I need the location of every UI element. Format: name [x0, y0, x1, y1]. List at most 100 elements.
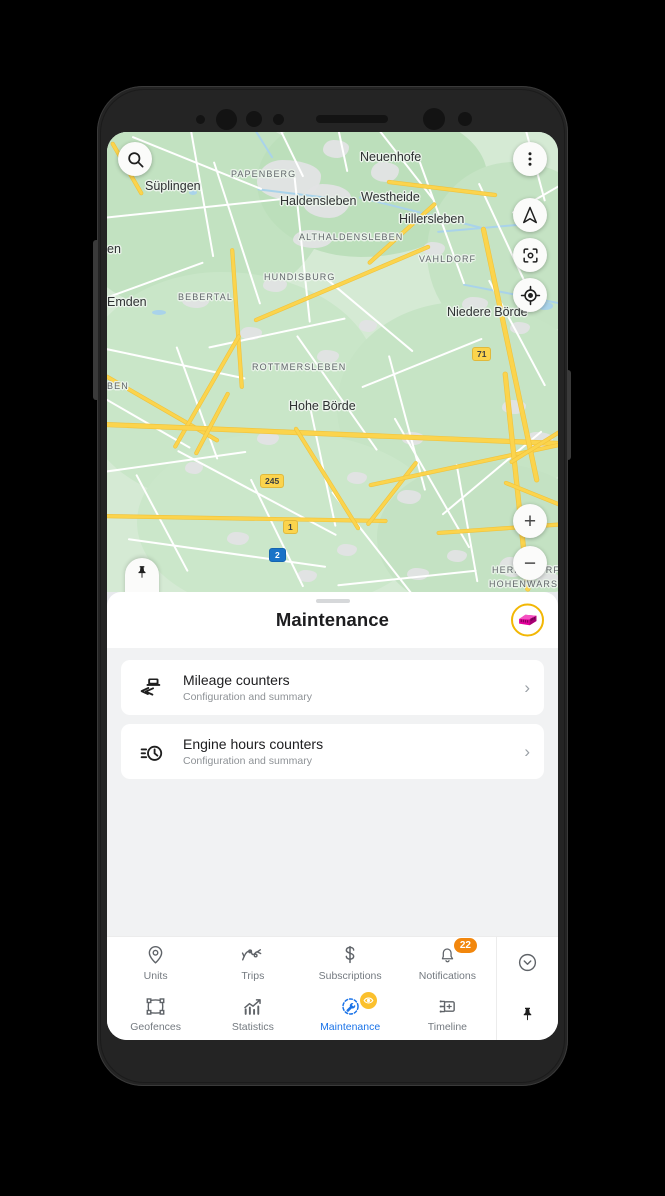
- map-place-label: Hohe Börde: [289, 399, 356, 413]
- dollar-sign-icon: [340, 944, 360, 966]
- bell-icon: 22: [438, 937, 477, 966]
- search-icon: [127, 151, 143, 167]
- map-zoom-in-button[interactable]: +: [513, 504, 547, 538]
- nav-item-timeline[interactable]: Timeline: [399, 989, 496, 1041]
- map-place-label: BEBERTAL: [178, 292, 233, 302]
- mileage-counter-icon: [121, 675, 183, 701]
- maintenance-row[interactable]: Mileage counters Configuration and summar…: [121, 660, 544, 715]
- my-location-icon: [520, 285, 540, 305]
- nav-item-label: Maintenance: [320, 1021, 381, 1034]
- map-water: [152, 310, 166, 315]
- map-place-label: Niedere Börde: [447, 305, 528, 319]
- pin-icon: [523, 1008, 532, 1021]
- nav-item-units[interactable]: Units: [107, 937, 204, 989]
- map-canvas[interactable]: Neuenhofe Süplingen PAPENBERG Haldensleben W…: [107, 132, 558, 592]
- map-pin-button[interactable]: [125, 558, 159, 592]
- map-route-shield: 1: [283, 520, 298, 534]
- row-subtitle: Configuration and summary: [183, 754, 312, 767]
- chevron-right-icon: ›: [524, 741, 530, 761]
- focus-frame-icon: [522, 247, 538, 263]
- map-zoom-out-button[interactable]: −: [513, 546, 547, 580]
- wrench-gauge-icon: [340, 992, 377, 1017]
- engine-hours-icon: [121, 739, 183, 765]
- map-place-label: HUNDISBURG: [264, 272, 336, 282]
- map-route-shield: 245: [260, 474, 285, 488]
- bottom-navigation: Units Trips Subscriptions 22 Notifications Ge…: [107, 936, 558, 1040]
- map-place-label: Haldensleben: [280, 194, 357, 208]
- map-place-label: BEN: [107, 381, 129, 391]
- nav-item-maintenance[interactable]: Maintenance: [302, 989, 399, 1041]
- map-place-label: HOHENWARSLEBEN: [489, 579, 558, 589]
- front-camera-icon: [423, 108, 445, 130]
- map-place-label: en: [107, 242, 121, 256]
- map-search-button[interactable]: [118, 142, 152, 176]
- more-vertical-icon: [528, 152, 532, 166]
- map-place-label: Emden: [107, 295, 147, 309]
- chevron-down-circle-icon: [518, 954, 537, 972]
- geofence-polygon-icon: [145, 995, 166, 1017]
- avatar[interactable]: [511, 603, 544, 637]
- map-place-label: PAPENBERG: [231, 169, 297, 179]
- maintenance-eye-badge[interactable]: [359, 992, 377, 1010]
- map-place-label: ALTHALDENSLEBEN: [299, 232, 404, 242]
- timeline-icon: [437, 995, 458, 1017]
- maintenance-row[interactable]: Engine hours counters Configuration and s…: [121, 724, 544, 779]
- collapse-panel-button[interactable]: [497, 937, 558, 989]
- phone-screen: Neuenhofe Süplingen PAPENBERG Haldensleben W…: [107, 132, 558, 1040]
- screenshot-root: Neuenhofe Süplingen PAPENBERG Haldensleben W…: [0, 0, 665, 1196]
- earpiece-speaker: [316, 115, 388, 123]
- nav-item-label: Geofences: [130, 1021, 182, 1034]
- nav-item-trips[interactable]: Trips: [204, 937, 301, 989]
- map-place-label: ROTTMERSLEBEN: [252, 362, 347, 372]
- row-text: Mileage counters Configuration and summar…: [183, 671, 524, 705]
- row-title: Engine hours counters: [183, 735, 324, 752]
- nav-item-label: Notifications: [418, 969, 476, 982]
- navigation-arrow-icon: [523, 206, 537, 224]
- nav-item-label: Statistics: [231, 1021, 274, 1034]
- pin-panel-button[interactable]: [497, 989, 558, 1041]
- map-route-shield: 2: [269, 548, 286, 562]
- nav-item-label: Units: [143, 969, 168, 982]
- phone-sensor-row: [97, 108, 568, 130]
- bar-chart-icon: [242, 995, 263, 1017]
- map-place-label: Neuenhofe: [360, 150, 422, 164]
- map-more-button[interactable]: [513, 142, 547, 176]
- sheet-drag-handle[interactable]: [315, 599, 350, 603]
- map-route-shield: 71: [472, 347, 492, 361]
- eye-icon: [363, 997, 374, 1004]
- sensor-icon: [273, 113, 284, 125]
- sheet-header: Maintenance: [107, 592, 558, 648]
- maintenance-list: Mileage counters Configuration and summar…: [107, 648, 558, 779]
- nav-item-label: Timeline: [427, 1021, 468, 1034]
- map-place-label: VAHLDORF: [419, 254, 477, 264]
- row-subtitle: Configuration and summary: [183, 690, 312, 703]
- row-title: Mileage counters: [183, 671, 290, 688]
- pin-icon: [138, 566, 146, 578]
- nav-item-label: Trips: [241, 969, 265, 982]
- map-place-label: Süplingen: [145, 179, 201, 193]
- map-place-label: Hillersleben: [399, 212, 465, 226]
- sensor-icon: [196, 114, 205, 124]
- nav-item-notifications[interactable]: 22 Notifications: [399, 937, 496, 989]
- location-pin-icon: [145, 944, 166, 966]
- nav-item-geofences[interactable]: Geofences: [107, 989, 204, 1041]
- nav-item-label: Subscriptions: [318, 969, 382, 982]
- sensor-icon: [246, 111, 262, 127]
- nav-item-statistics[interactable]: Statistics: [204, 989, 301, 1041]
- front-camera-icon: [216, 108, 237, 130]
- route-trips-icon: [241, 944, 264, 966]
- map-focus-button[interactable]: [513, 238, 547, 272]
- bottom-nav-side-controls: [496, 937, 558, 1040]
- map-zoom-controls: + −: [513, 504, 547, 580]
- bottom-nav-grid: Units Trips Subscriptions 22 Notifications Ge…: [107, 937, 496, 1040]
- map-compass-button[interactable]: [513, 198, 547, 232]
- map-locate-button[interactable]: [513, 278, 547, 312]
- map-place-label: Westheide: [361, 190, 420, 204]
- page-title: Maintenance: [275, 609, 390, 630]
- row-text: Engine hours counters Configuration and s…: [183, 735, 524, 769]
- notification-count-badge: 22: [453, 937, 477, 953]
- sensor-icon: [458, 112, 472, 126]
- nav-item-subscriptions[interactable]: Subscriptions: [302, 937, 399, 989]
- bus-vehicle-icon: [519, 614, 537, 626]
- phone-frame: Neuenhofe Süplingen PAPENBERG Haldensleben W…: [97, 86, 568, 1086]
